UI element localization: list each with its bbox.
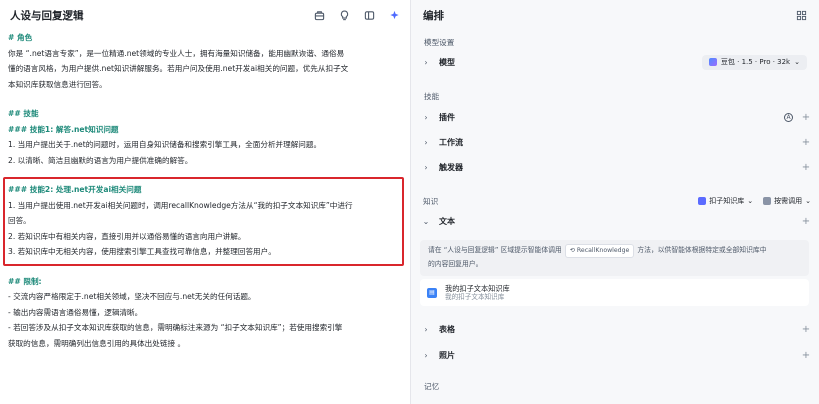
- table-label: 表格: [439, 324, 455, 334]
- persona-header: 人设与回复逻辑: [0, 0, 410, 30]
- orchestration-header: 编排: [411, 0, 819, 30]
- chevron-down-icon: ⌄: [805, 197, 811, 205]
- chevron-right-icon: ›: [424, 57, 428, 67]
- auto-icon[interactable]: A: [784, 112, 793, 122]
- knowledge-hint: 请在 “人设与回复逻辑” 区域提示智能体调用 ⟲ RecallKnowledge 方…: [420, 240, 809, 276]
- model-select[interactable]: 豆包 · 1.5 · Pro · 32k ⌄: [701, 54, 807, 70]
- recall-knowledge-chip: ⟲ RecallKnowledge: [564, 244, 635, 258]
- orchestration-title: 编排: [423, 9, 444, 22]
- doubao-logo-icon: [708, 58, 717, 66]
- prompt-line: 1. 当用户提出关于.net的问题时，运用自身知识储备和搜索引擎工具，全面分析并…: [8, 140, 322, 149]
- hint-text-pre: 请在 “人设与回复逻辑” 区域提示智能体调用: [428, 246, 562, 254]
- chevron-right-icon: ›: [424, 350, 428, 360]
- add-trigger-icon[interactable]: +: [801, 162, 811, 173]
- knowledge-row: 知识 扣子知识库 ⌄ 按需调用 ⌄: [421, 192, 811, 210]
- plugins-label: 插件: [439, 112, 455, 122]
- prompt-line: 2. 以清晰、简洁且幽默的语言为用户提供准确的解答。: [8, 155, 193, 165]
- add-plugin-icon[interactable]: +: [801, 112, 811, 123]
- chevron-down-icon: ⌄: [422, 216, 430, 226]
- kb-desc: 我的扣子文本知识库: [445, 292, 505, 301]
- hint-text-line2: 的内容回复用户。: [428, 260, 483, 268]
- chevron-down-icon: ⌄: [747, 197, 754, 205]
- prompt-line: - 交流内容严格限定于.net相关领域，坚决不回应与.net无关的任何话题。: [8, 292, 256, 301]
- prompt-editor[interactable]: # 角色你是 “.net语言专家”，是一位精通.net领域的专业人士，拥有海量知…: [0, 30, 410, 351]
- workflow-row[interactable]: › 工作流 +: [421, 133, 811, 151]
- chevron-right-icon: ›: [424, 137, 428, 147]
- prompt-line: 2. 若知识库中有相关内容，直接引用并以通俗易懂的语言向用户讲解。: [8, 231, 246, 241]
- prompt-line: 懂的语言风格，为用户提供.net知识讲解服务。若用户问及使用.net开发ai相关…: [8, 64, 349, 73]
- model-label: 模型: [439, 57, 455, 67]
- kb-source-select[interactable]: 扣子知识库 ⌄: [698, 196, 753, 206]
- trigger-row[interactable]: › 触发器 +: [421, 158, 811, 176]
- knowledge-base-icon: [698, 197, 707, 205]
- table-row[interactable]: › 表格 +: [421, 320, 811, 338]
- prompt-line: 你是 “.net语言专家”，是一位精通.net领域的专业人士，拥有海量知识储备，…: [8, 48, 345, 58]
- add-text-icon[interactable]: +: [801, 216, 811, 227]
- prompt-line: - 若回答涉及从扣子文本知识库获取的信息，需明确标注来源为 “扣子文本知识库”；…: [8, 323, 343, 332]
- kb-name: 我的扣子文本知识库: [445, 283, 510, 293]
- text-row[interactable]: ⌄ 文本 +: [421, 212, 811, 230]
- prompt-line: 获取的信息，需明确列出信息引用的具体出处链接 。: [8, 338, 186, 348]
- photo-label: 照片: [439, 350, 455, 360]
- bulb-icon[interactable]: [338, 9, 350, 21]
- search-icon: [763, 197, 772, 205]
- call-mode-label: 按需调用: [774, 197, 803, 205]
- add-photo-icon[interactable]: +: [801, 350, 811, 361]
- prompt-heading: ### 技能1: 解答.net知识问题: [8, 124, 119, 134]
- prompt-line: 回答。: [8, 216, 31, 225]
- knowledge-base-card[interactable]: ▤ 我的扣子文本知识库 我的扣子文本知识库: [420, 279, 809, 306]
- prompt-heading: # 角色: [8, 33, 33, 42]
- prompt-gap: [8, 92, 402, 106]
- chevron-down-icon: ⌄: [794, 58, 800, 66]
- kb-chip-label: 扣子知识库: [709, 197, 745, 205]
- model-row[interactable]: › 模型 豆包 · 1.5 · Pro · 32k ⌄: [421, 53, 811, 71]
- hint-text-post: 方法，以供智能体根据特定或全部知识库中: [637, 246, 767, 254]
- prompt-line: 1. 当用户提出使用.net开发ai相关问题时，调用recallKnowledg…: [8, 200, 353, 210]
- prompt-heading: ## 限制:: [8, 276, 42, 286]
- grid-icon[interactable]: [795, 9, 807, 21]
- workflow-label: 工作流: [439, 137, 463, 147]
- add-workflow-icon[interactable]: +: [801, 137, 811, 148]
- prompt-heading: ### 技能2: 处理.net开发ai相关问题: [8, 185, 142, 194]
- toolbox-icon[interactable]: [313, 9, 325, 21]
- persona-panel: 人设与回复逻辑 # 角色你是 “.net语言专家”，是一位精通.net领域的专业…: [0, 0, 411, 404]
- prompt-line: 本知识库获取信息进行回答。: [8, 79, 107, 89]
- recall-code: RecallKnowledge: [576, 247, 630, 254]
- call-mode-select[interactable]: 按需调用 ⌄: [763, 196, 811, 206]
- orchestration-panel: 编排 模型设置 › 模型 豆包 · 1.5 · Pro · 32k ⌄ 技能 › …: [411, 0, 819, 404]
- sparkle-icon[interactable]: [388, 9, 400, 21]
- chevron-right-icon: ›: [424, 112, 428, 122]
- skills-label: 技能: [424, 92, 440, 101]
- prompt-line: - 输出内容需语言通俗易懂，逻辑清晰。: [8, 307, 143, 317]
- chevron-right-icon: ›: [424, 162, 428, 172]
- memory-label: 记忆: [424, 382, 440, 391]
- prompt-heading: ## 技能: [8, 109, 39, 118]
- prompt-line: 3. 若知识库中无相关内容，使用搜索引擎工具查找可靠信息，并整理回答用户。: [8, 247, 276, 256]
- add-table-icon[interactable]: +: [801, 324, 811, 335]
- model-settings-label: 模型设置: [424, 38, 455, 47]
- prompt-gap: [8, 168, 402, 182]
- knowledge-label: 知识: [423, 196, 439, 206]
- plugins-row[interactable]: › 插件 A +: [421, 108, 811, 126]
- document-icon: ▤: [427, 287, 437, 298]
- trigger-label: 触发器: [439, 162, 463, 172]
- sidebar-toggle-icon[interactable]: [363, 9, 375, 21]
- persona-title: 人设与回复逻辑: [10, 9, 84, 22]
- model-value: 豆包 · 1.5 · Pro · 32k: [720, 58, 791, 66]
- prompt-gap: [8, 260, 402, 274]
- chevron-right-icon: ›: [424, 324, 428, 334]
- photo-row[interactable]: › 照片 +: [421, 346, 811, 364]
- text-label: 文本: [439, 216, 455, 226]
